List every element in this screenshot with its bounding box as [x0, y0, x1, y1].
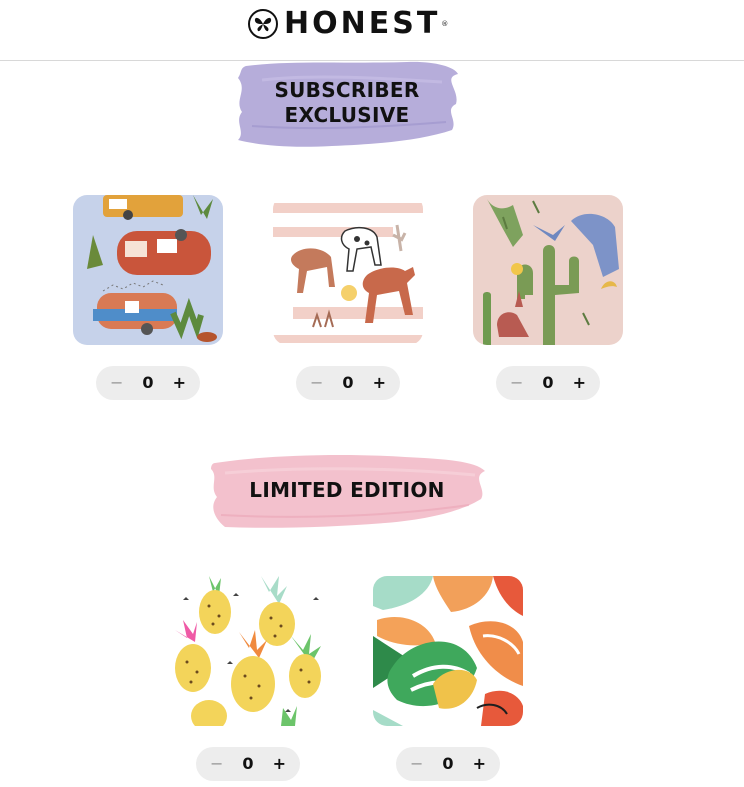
increase-button[interactable]: + [273, 747, 286, 781]
subscriber-exclusive-banner: SUBSCRIBER EXCLUSIVE [232, 60, 462, 152]
butterfly-icon [248, 9, 278, 39]
product-swatch-horses-desert[interactable] [273, 195, 423, 345]
decrease-button[interactable]: − [110, 366, 123, 400]
quantity-stepper: − 0 + [196, 747, 300, 781]
quantity-value: 0 [142, 373, 154, 392]
product-swatch-camper-trailers[interactable] [73, 195, 223, 345]
quantity-value: 0 [542, 373, 554, 392]
decrease-button[interactable]: − [510, 366, 523, 400]
quantity-value: 0 [342, 373, 354, 392]
quantity-stepper: − 0 + [96, 366, 200, 400]
quantity-stepper: − 0 + [296, 366, 400, 400]
quantity-value: 0 [442, 754, 454, 773]
quantity-stepper: − 0 + [496, 366, 600, 400]
increase-button[interactable]: + [473, 747, 486, 781]
quantity-value: 0 [242, 754, 254, 773]
increase-button[interactable]: + [573, 366, 586, 400]
product-swatch-cactus-rabbit[interactable] [473, 195, 623, 345]
site-header: HONEST ® [0, 0, 744, 61]
product-swatch-tropical-leaves[interactable] [373, 576, 523, 726]
product-swatch-pineapples[interactable] [173, 576, 323, 726]
brand-name: HONEST [284, 6, 441, 41]
registered-mark: ® [441, 20, 449, 28]
decrease-button[interactable]: − [310, 366, 323, 400]
banner-heading-line-2: EXCLUSIVE [284, 103, 410, 127]
limited-edition-banner: LIMITED EDITION [205, 449, 489, 533]
banner-heading-line-1: SUBSCRIBER [274, 78, 420, 102]
decrease-button[interactable]: − [410, 747, 423, 781]
quantity-stepper: − 0 + [396, 747, 500, 781]
banner-heading-line-1: LIMITED EDITION [249, 478, 445, 502]
brand-logo[interactable]: HONEST ® [248, 7, 448, 41]
decrease-button[interactable]: − [210, 747, 223, 781]
increase-button[interactable]: + [173, 366, 186, 400]
increase-button[interactable]: + [373, 366, 386, 400]
